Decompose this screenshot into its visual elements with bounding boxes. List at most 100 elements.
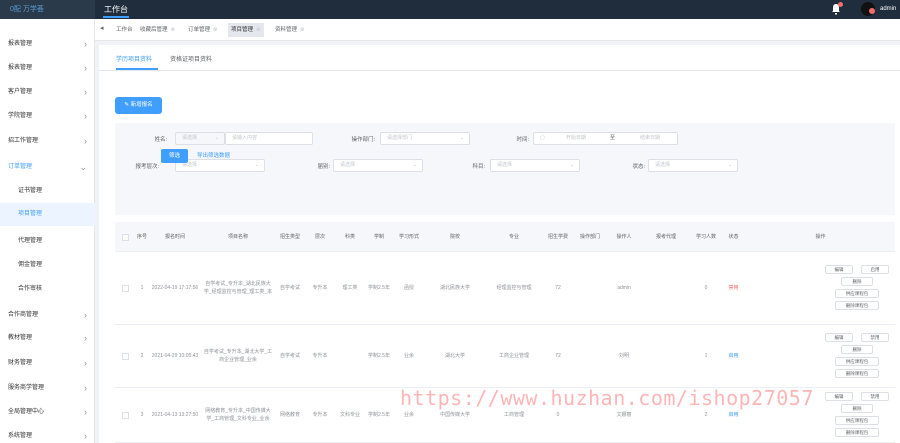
cell-major: 经理监控与管理 (496, 285, 532, 291)
tab[interactable]: 工作台 (113, 23, 136, 37)
cell-index: 2 (140, 353, 144, 359)
close-icon[interactable]: ⊗ (171, 27, 176, 33)
filter-status-label: 状态: (632, 164, 645, 170)
tab[interactable]: 订单管理 ⊗ (185, 23, 221, 37)
row-action-button[interactable]: 删除课程包 (835, 428, 879, 437)
status-select[interactable]: 请选择 ⌄ (648, 159, 738, 172)
sidebar-item-label: 合作商管理 (8, 312, 39, 318)
sidebar-item[interactable]: 报表管理 › (0, 32, 95, 56)
cell-fee: 72 (555, 353, 561, 359)
sidebar-subitem[interactable]: 佣金管理 (0, 254, 95, 277)
row-checkbox[interactable] (121, 411, 129, 419)
sidebar-item[interactable]: 合作商管理 › (0, 303, 95, 327)
chevron-right-icon: › (84, 136, 87, 146)
tabs-scroll-left-icon[interactable]: ◂ (100, 24, 104, 32)
sidebar-item[interactable]: 财务管理 › (0, 351, 95, 375)
date-range-picker[interactable]: ▢ 开始日期 至 结束日期 (533, 132, 678, 145)
sidebar-item[interactable]: 订单管理 ⌄ (0, 155, 95, 179)
sidebar-subitem[interactable]: 证书管理 (0, 180, 95, 203)
subtab-divider (99, 70, 900, 71)
sidebar-subitem[interactable]: 合作审核 (0, 278, 95, 301)
row-actions: 编辑 禁用删除供应课程包删除课程包 (817, 325, 895, 387)
date-start-placeholder: 开始日期 (566, 135, 587, 141)
row-action-button[interactable]: 供应课程包 (835, 416, 879, 425)
cell-dept (573, 252, 607, 324)
subtab-certificate[interactable]: 资格证项目资料 (170, 54, 212, 66)
sidebar-item[interactable]: 服务商学管理 › (0, 376, 95, 400)
export-filter-link[interactable]: 导出筛选数据 (197, 149, 230, 163)
filter-date-label: 时间: (516, 137, 529, 143)
sidebar-item-label: 报表管理 (8, 65, 33, 71)
sidebar-item[interactable]: 系统管理 › (0, 424, 95, 443)
sidebar-subitem[interactable]: 代理管理 (0, 230, 95, 253)
cell-duration: 学制2.5年 (368, 353, 390, 359)
row-action-button[interactable]: 删除课程包 (835, 369, 879, 378)
add-enrollment-button[interactable]: ✎ 新增报名 (115, 97, 162, 114)
sidebar-item-label: 财务管理 (8, 360, 33, 366)
row-action-button[interactable]: 启用 (861, 265, 889, 274)
row-action-button[interactable]: 禁用 (861, 392, 889, 401)
sidebar-item[interactable]: 教材管理 › (0, 326, 95, 350)
dept-select[interactable]: 请选择部门 ⌄ (380, 132, 470, 145)
username[interactable]: admin (880, 0, 896, 19)
sidebar-subitem[interactable]: 项目管理 (0, 203, 95, 226)
row-action-button[interactable]: 供应课程包 (835, 289, 879, 298)
row-action-button[interactable]: 编辑 (825, 392, 853, 401)
cell-count: 1 (704, 353, 708, 359)
subject-select-placeholder: 请选择 (497, 162, 513, 168)
tab[interactable]: 资料管理 ⊗ (272, 23, 308, 37)
chevron-down-icon: ⌄ (569, 162, 574, 168)
subject-select[interactable]: 请选择 ⌄ (490, 159, 580, 172)
row-action-button[interactable]: 删除课程包 (835, 301, 879, 310)
name-input-placeholder: 请输入内容 (232, 135, 258, 141)
sidebar-item[interactable]: 全局管理中心 › (0, 400, 95, 424)
table-row: 2 2021-04-29 10:05:43 自学考试_专升本_湖北大学_工商企业管理… (115, 325, 895, 388)
sidebar: 报表管理 › 报表管理 › 客户管理 › 学院管理 › 招工作管理 › 订单管理 ⌄ 证书管理 项目管理代… (0, 19, 95, 443)
row-action-button[interactable]: 编辑 (825, 265, 853, 274)
chevron-right-icon: › (84, 358, 87, 368)
name-type-select[interactable]: 请选择 ⌄ (175, 132, 225, 145)
chevron-down-icon: ⌄ (412, 162, 417, 168)
sidebar-item[interactable]: 报表管理 › (0, 56, 95, 80)
cell-agent (641, 252, 691, 324)
tab-label: 项目管理 (231, 27, 254, 33)
column-header: 学制 (373, 234, 384, 240)
sidebar-item-label: 全局管理中心 (8, 409, 45, 415)
column-header: 科类 (344, 234, 355, 240)
top-menu-active-indicator (103, 16, 129, 18)
chevron-down-icon: ⌄ (79, 162, 87, 172)
year-select[interactable]: 请选择 ⌄ (333, 159, 423, 172)
sidebar-item-label: 教材管理 (8, 335, 33, 341)
filter-level-label: 报考层次: (135, 164, 159, 170)
row-action-button[interactable]: 供应课程包 (835, 357, 879, 366)
row-action-button[interactable]: 编辑 (825, 333, 853, 342)
row-select-cell (115, 388, 135, 442)
tab[interactable]: 收藏后管理 ⊗ (137, 23, 178, 37)
cell-duration: 学制2.5年 (368, 412, 390, 418)
sidebar-item[interactable]: 招工作管理 › (0, 129, 95, 153)
row-checkbox[interactable] (121, 284, 129, 292)
sidebar-item[interactable]: 学院管理 › (0, 104, 95, 128)
table-row: 1 2022-04-19 17:17:56 自学考试_专升本_湖北民族大学_经理监控… (115, 252, 895, 325)
select-all-checkbox[interactable] (121, 233, 129, 241)
row-action-button[interactable]: 禁用 (861, 333, 889, 342)
sidebar-item[interactable]: 客户管理 › (0, 80, 95, 104)
add-enrollment-label: 新增报名 (130, 102, 153, 108)
cell-time: 2022-04-19 17:17:56 (151, 285, 199, 291)
close-icon[interactable]: ⊗ (213, 27, 218, 33)
close-icon[interactable]: ⊗ (256, 27, 261, 33)
filter-search-button[interactable]: 筛选 (161, 149, 188, 163)
subtab-education[interactable]: 学历项目资料 (116, 54, 152, 66)
name-input[interactable]: 请输入内容 (225, 132, 313, 145)
tab[interactable]: 项目管理 ⊗ (228, 23, 264, 37)
cell-status: 启用 (728, 353, 739, 359)
sidebar-item-label: 订单管理 (8, 164, 33, 170)
row-action-button[interactable]: 删除 (841, 277, 873, 286)
row-checkbox[interactable] (121, 352, 129, 360)
row-action-button[interactable]: 删除 (841, 345, 873, 354)
row-action-button[interactable]: 删除 (841, 404, 873, 413)
cell-school: 湖北民族大学 (439, 285, 470, 291)
close-icon[interactable]: ⊗ (300, 27, 305, 33)
cell-category: 理工类 (342, 285, 358, 291)
row-actions: 编辑 禁用删除供应课程包删除课程包 (817, 388, 895, 442)
